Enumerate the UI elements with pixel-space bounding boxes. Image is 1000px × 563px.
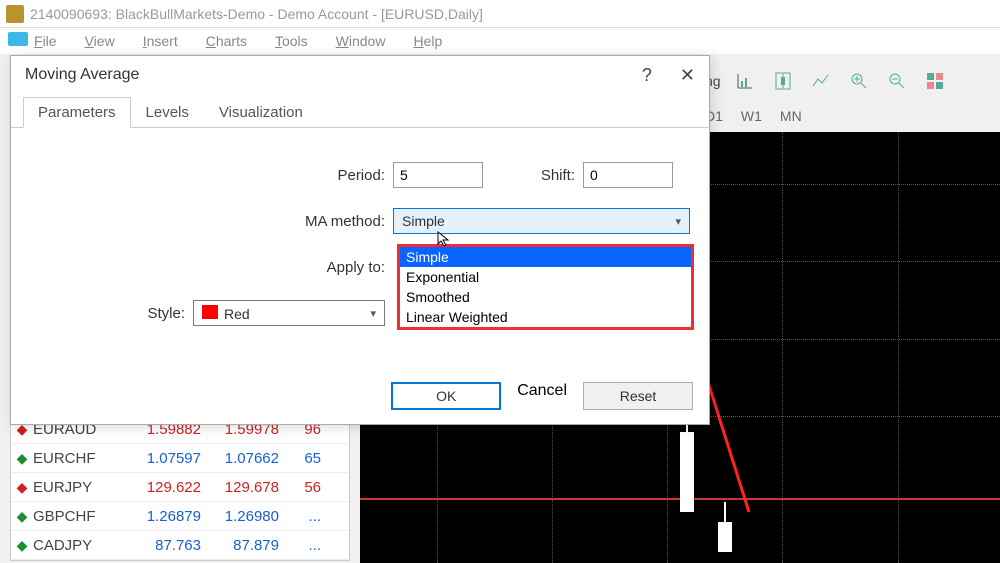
watch-spread: 56 <box>279 479 329 496</box>
arrow-down-icon: ◆ <box>11 479 33 496</box>
market-watch: ◆ EURAUD 1.59882 1.59978 96 ◆ EURCHF 1.0… <box>10 414 350 561</box>
cancel-button[interactable]: Cancel <box>517 382 567 410</box>
tab-visualization[interactable]: Visualization <box>204 97 318 127</box>
help-icon[interactable]: ? <box>642 65 652 86</box>
option-simple[interactable]: Simple <box>400 247 691 267</box>
watch-ask: 87.879 <box>201 537 279 554</box>
watch-bid: 87.763 <box>123 537 201 554</box>
tab-parameters[interactable]: Parameters <box>23 97 131 128</box>
reset-button[interactable]: Reset <box>583 382 693 410</box>
watch-row[interactable]: ◆ CADJPY 87.763 87.879 ... <box>11 531 349 560</box>
watch-symbol: EURJPY <box>33 479 123 496</box>
ma-method-select[interactable]: Simple ▾ <box>393 208 690 234</box>
arrow-up-icon: ◆ <box>11 537 33 554</box>
menu-insert[interactable]: Insert <box>143 33 178 49</box>
style-value: Red <box>224 306 250 322</box>
moving-average-dialog: Moving Average ? ✕ Parameters Levels Vis… <box>10 55 710 425</box>
zoom-in-icon[interactable] <box>845 67 873 95</box>
watch-ask: 1.26980 <box>201 508 279 525</box>
chevron-down-icon: ▾ <box>675 215 681 228</box>
option-exponential[interactable]: Exponential <box>400 267 691 287</box>
watch-bid: 1.26879 <box>123 508 201 525</box>
menubar: File View Insert Charts Tools Window Hel… <box>0 28 1000 54</box>
style-select[interactable]: Red ▾ <box>193 300 385 326</box>
mdi-document-icon[interactable] <box>8 32 28 46</box>
shift-input[interactable] <box>583 162 673 188</box>
watch-row[interactable]: ◆ EURJPY 129.622 129.678 56 <box>11 473 349 502</box>
close-icon[interactable]: ✕ <box>680 65 695 86</box>
tab-levels[interactable]: Levels <box>131 97 204 127</box>
style-label: Style: <box>23 305 193 322</box>
ma-method-value: Simple <box>402 213 445 229</box>
watch-row[interactable]: ◆ EURCHF 1.07597 1.07662 65 <box>11 444 349 473</box>
apply-to-label: Apply to: <box>23 259 393 276</box>
watch-ask: 1.07662 <box>201 450 279 467</box>
dialog-title: Moving Average <box>25 66 139 84</box>
toolbar-right: ng <box>700 62 1000 100</box>
watch-symbol: CADJPY <box>33 537 123 554</box>
chart-bar-icon[interactable] <box>731 67 759 95</box>
chart-line-icon[interactable] <box>807 67 835 95</box>
menu-help[interactable]: Help <box>413 33 442 49</box>
arrow-up-icon: ◆ <box>11 450 33 467</box>
menu-window[interactable]: Window <box>336 33 386 49</box>
option-smoothed[interactable]: Smoothed <box>400 287 691 307</box>
timeframe-bar: D1 W1 MN <box>700 100 1000 132</box>
watch-spread: 65 <box>279 450 329 467</box>
timeframe-mn[interactable]: MN <box>780 108 802 124</box>
watch-row[interactable]: ◆ GBPCHF 1.26879 1.26980 ... <box>11 502 349 531</box>
chart-grid-icon[interactable] <box>921 67 949 95</box>
menu-charts[interactable]: Charts <box>206 33 247 49</box>
menu-view[interactable]: View <box>85 33 115 49</box>
chart-candle-icon[interactable] <box>769 67 797 95</box>
shift-label: Shift: <box>483 167 583 184</box>
chevron-down-icon: ▾ <box>370 307 376 320</box>
color-swatch-red <box>202 305 218 319</box>
ma-method-label: MA method: <box>23 213 393 230</box>
watch-ask: 129.678 <box>201 479 279 496</box>
watch-spread: ... <box>279 537 329 554</box>
watch-bid: 129.622 <box>123 479 201 496</box>
period-label: Period: <box>23 167 393 184</box>
timeframe-w1[interactable]: W1 <box>741 108 762 124</box>
window-title: 2140090693: BlackBullMarkets-Demo - Demo… <box>30 6 483 22</box>
watch-bid: 1.07597 <box>123 450 201 467</box>
app-icon <box>6 5 24 23</box>
ok-button[interactable]: OK <box>391 382 501 410</box>
period-input[interactable] <box>393 162 483 188</box>
ma-method-dropdown: Simple Exponential Smoothed Linear Weigh… <box>397 244 694 330</box>
dialog-tabs: Parameters Levels Visualization <box>11 94 709 128</box>
watch-symbol: GBPCHF <box>33 508 123 525</box>
menu-tools[interactable]: Tools <box>275 33 308 49</box>
menu-file[interactable]: File <box>34 33 57 49</box>
titlebar: 2140090693: BlackBullMarkets-Demo - Demo… <box>0 0 1000 28</box>
zoom-out-icon[interactable] <box>883 67 911 95</box>
arrow-up-icon: ◆ <box>11 508 33 525</box>
option-linear-weighted[interactable]: Linear Weighted <box>400 307 691 327</box>
watch-spread: ... <box>279 508 329 525</box>
watch-symbol: EURCHF <box>33 450 123 467</box>
